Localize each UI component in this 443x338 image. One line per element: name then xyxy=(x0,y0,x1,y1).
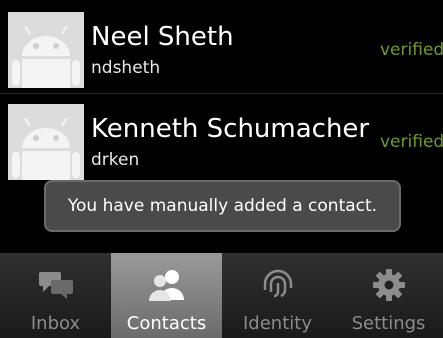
chat-bubbles-icon xyxy=(36,265,76,305)
tab-contacts[interactable]: Contacts xyxy=(111,253,222,338)
contact-row[interactable]: Kenneth Schumacher drken verified xyxy=(0,96,443,186)
contact-username: ndsheth xyxy=(91,58,161,78)
android-avatar-icon xyxy=(8,12,84,88)
android-avatar-icon xyxy=(8,104,84,180)
bottom-tab-bar: Inbox Contacts Identity Settings xyxy=(0,253,443,338)
tab-identity[interactable]: Identity xyxy=(222,253,333,338)
gear-icon xyxy=(369,265,409,305)
verified-status: verified xyxy=(380,132,443,152)
tab-label: Identity xyxy=(243,313,312,334)
contact-username: drken xyxy=(91,150,140,170)
contact-name: Neel Sheth xyxy=(91,22,234,52)
people-icon xyxy=(147,265,187,305)
divider xyxy=(0,93,443,94)
fingerprint-icon xyxy=(258,265,298,305)
tab-label: Inbox xyxy=(30,313,81,334)
tab-label: Contacts xyxy=(126,313,207,334)
toast-message: You have manually added a contact. xyxy=(44,180,401,232)
tab-inbox[interactable]: Inbox xyxy=(0,253,111,338)
tab-label: Settings xyxy=(351,313,426,334)
verified-status: verified xyxy=(380,40,443,60)
tab-settings[interactable]: Settings xyxy=(333,253,443,338)
contact-name: Kenneth Schumacher xyxy=(91,114,370,144)
contact-row[interactable]: Neel Sheth ndsheth verified xyxy=(0,4,443,94)
